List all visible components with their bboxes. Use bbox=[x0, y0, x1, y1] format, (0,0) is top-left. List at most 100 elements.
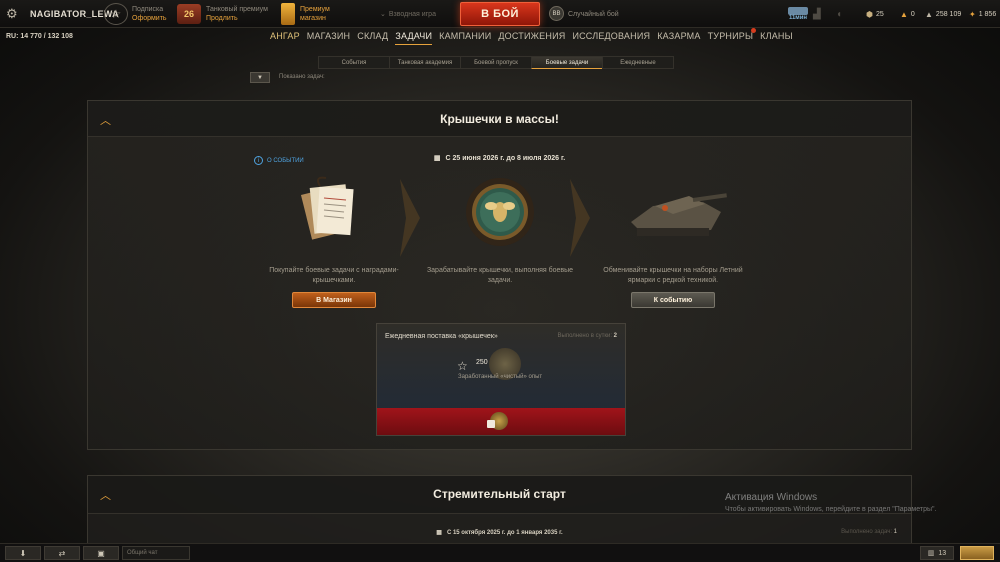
platoon-dropdown[interactable]: ⌄ Взводная игра bbox=[380, 0, 436, 28]
nav-missions[interactable]: ЗАДАЧИ bbox=[395, 31, 433, 45]
contacts-button[interactable]: ▣ bbox=[83, 546, 119, 560]
tank-premium-link[interactable]: Танковый премиум Продлить bbox=[206, 0, 268, 28]
platoon-label: Взводная игра bbox=[388, 10, 436, 18]
credits-icon: ▲ bbox=[925, 9, 933, 19]
step-exchange-description: Обменивайте крышечки на наборы Летний яр… bbox=[603, 267, 743, 284]
event-title: Крышечки в массы! bbox=[440, 112, 559, 126]
tab-tank-academy[interactable]: Танковая академия bbox=[389, 56, 461, 69]
event-dates: ▦ С 25 июня 2026 г. до 8 июля 2026 г. bbox=[88, 154, 911, 162]
calendar-icon: ▦ bbox=[436, 530, 442, 536]
free-xp-value: 1 856 bbox=[978, 10, 997, 18]
premium-shop-icon[interactable] bbox=[281, 3, 295, 25]
bonds-counter: ⬢ 25 bbox=[866, 0, 884, 28]
event2-dates: ▦ С 15 октября 2025 г. до 1 января 2035 г… bbox=[88, 529, 911, 536]
gear-icon[interactable]: ⚙ bbox=[6, 0, 20, 28]
battle-mode-icon[interactable]: BB bbox=[549, 6, 564, 21]
premium-shop-link[interactable]: Премиум магазин bbox=[300, 0, 330, 28]
tab-battle-pass[interactable]: Боевой пропуск bbox=[460, 56, 532, 69]
star-icon: ☆ bbox=[457, 359, 468, 373]
free-xp-icon: ✦ bbox=[969, 9, 976, 19]
chevron-down-icon: ⌄ bbox=[380, 11, 386, 18]
event2-progress: Выполнено задач: 1 bbox=[841, 529, 897, 535]
friends-button[interactable]: ⇄ bbox=[44, 546, 80, 560]
vehicle-icon[interactable]: ▟ bbox=[813, 0, 821, 28]
main-nav: АНГАР МАГАЗИН СКЛАД ЗАДАЧИ КАМПАНИИ ДОСТ… bbox=[270, 28, 793, 45]
chevron-right-icon bbox=[568, 179, 592, 257]
dice-icon bbox=[487, 420, 495, 428]
windows-activation-title: Активация Windows bbox=[725, 492, 818, 503]
filter-button[interactable]: ▼ bbox=[250, 72, 270, 83]
credits-value: 258 109 bbox=[935, 10, 962, 18]
to-shop-button[interactable]: В Магазин bbox=[292, 292, 376, 308]
premium-shop-line2: магазин bbox=[300, 15, 326, 22]
daily-title: Ежедневная поставка «крышечек» bbox=[385, 333, 498, 340]
rating-label: RU: 14 770 / 132 108 bbox=[6, 33, 73, 40]
nav-shop[interactable]: МАГАЗИН bbox=[307, 31, 350, 45]
download-icon: ⬇ bbox=[19, 548, 27, 558]
nav-achievements[interactable]: ДОСТИЖЕНИЯ bbox=[498, 31, 565, 45]
nav-campaigns[interactable]: КАМПАНИИ bbox=[439, 31, 491, 45]
tank-premium-action[interactable]: Продлить bbox=[206, 14, 238, 23]
filter-icon: ▼ bbox=[257, 74, 263, 81]
daily-limit-label: Выполнено в сутки: bbox=[557, 333, 612, 339]
chevron-right-icon bbox=[398, 179, 422, 257]
battle-mode-label[interactable]: Случайный бой bbox=[568, 0, 619, 28]
tab-combat-missions[interactable]: Боевые задачи bbox=[531, 56, 603, 69]
daily-exp-label: Заработанный «чистый» опыт bbox=[458, 374, 543, 380]
handshake-icon: ⇄ bbox=[58, 548, 66, 558]
nav-barracks[interactable]: КАЗАРМА bbox=[657, 31, 700, 45]
step-earn-caps: Зарабатывайте крышечки, выполняя боевые … bbox=[420, 176, 580, 286]
tank-icon bbox=[788, 7, 808, 15]
gold-counter: ▲ 0 bbox=[900, 0, 915, 28]
filter-label: Показано задач: bbox=[279, 74, 325, 80]
subscription-action[interactable]: Оформить bbox=[132, 14, 167, 23]
gold-value: 0 bbox=[910, 10, 915, 18]
subscription-star-icon[interactable]: ☆ bbox=[104, 3, 128, 25]
daily-limit-value: 2 bbox=[613, 333, 617, 339]
daily-delivery-card[interactable]: Ежедневная поставка «крышечек» Выполнено… bbox=[376, 323, 626, 436]
general-chat-input[interactable]: Общий чат bbox=[122, 546, 190, 560]
nav-tournaments[interactable]: ТУРНИРЫ bbox=[708, 28, 757, 45]
credits-counter: ▲ 258 109 bbox=[925, 0, 961, 28]
vehicle-button[interactable] bbox=[960, 546, 994, 560]
daily-amount: 250 bbox=[476, 359, 488, 366]
tab-events[interactable]: События bbox=[318, 56, 390, 69]
event2-progress-value: 1 bbox=[893, 529, 897, 535]
notification-dot bbox=[751, 28, 757, 33]
tank-premium-label: Танковый премиум bbox=[206, 6, 268, 13]
nav-research[interactable]: ИССЛЕДОВАНИЯ bbox=[572, 31, 650, 45]
bond-icon: ⬢ bbox=[866, 9, 873, 19]
download-button[interactable]: ⬇ bbox=[5, 546, 41, 560]
event-panel: ︿ Крышечки в массы! i О СОБЫТИИ ▦ С 25 ию… bbox=[87, 100, 912, 450]
tank-timer: 11мин bbox=[788, 15, 808, 21]
event2-progress-label: Выполнено задач: bbox=[841, 529, 892, 535]
premium-days-badge[interactable]: 26 bbox=[177, 4, 201, 24]
step-buy-description: Покупайте боевые задачи с наградами-крыш… bbox=[269, 267, 399, 284]
nav-clans[interactable]: КЛАНЫ bbox=[760, 31, 793, 45]
free-xp-counter: ✦ 1 856 bbox=[969, 0, 996, 28]
step-earn-description: Зарабатывайте крышечки, выполняя боевые … bbox=[426, 267, 574, 284]
to-event-button[interactable]: К событию bbox=[631, 292, 715, 308]
daily-limit: Выполнено в сутки: 2 bbox=[558, 333, 618, 339]
event2-dates-text: С 15 октября 2025 г. до 1 января 2035 г. bbox=[446, 530, 563, 536]
nav-depot[interactable]: СКЛАД bbox=[357, 31, 388, 45]
event-panel-header[interactable]: ︿ Крышечки в массы! bbox=[88, 101, 911, 137]
chat-icon: ▣ bbox=[97, 548, 105, 558]
sound-icon[interactable]: ◖ bbox=[836, 0, 842, 28]
tab-daily[interactable]: Ежедневные bbox=[602, 56, 674, 69]
tank-carousel-icon[interactable]: 11мин bbox=[786, 0, 810, 28]
tank-icon bbox=[593, 176, 753, 254]
calendar-icon: ▦ bbox=[433, 155, 441, 162]
documents-icon bbox=[254, 176, 414, 254]
windows-activation-text: Чтобы активировать Windows, перейдите в … bbox=[725, 506, 937, 513]
mission-subtabs: События Танковая академия Боевой пропуск… bbox=[318, 56, 674, 69]
notifications-count: 13 bbox=[938, 549, 947, 557]
daily-reward-bar bbox=[377, 408, 625, 435]
subscription-label: Подписка bbox=[132, 6, 164, 13]
nav-hangar[interactable]: АНГАР bbox=[270, 31, 300, 45]
subscription-link[interactable]: Подписка Оформить bbox=[132, 0, 167, 28]
notifications-button[interactable]: ▥ 13 bbox=[920, 546, 954, 560]
battle-button[interactable]: В БОЙ bbox=[460, 2, 540, 26]
event-dates-text: С 25 июня 2026 г. до 8 июля 2026 г. bbox=[445, 155, 566, 162]
top-bar: ⚙ NAGIBATOR_LEWA ☆ Подписка Оформить 26 … bbox=[0, 0, 1000, 28]
